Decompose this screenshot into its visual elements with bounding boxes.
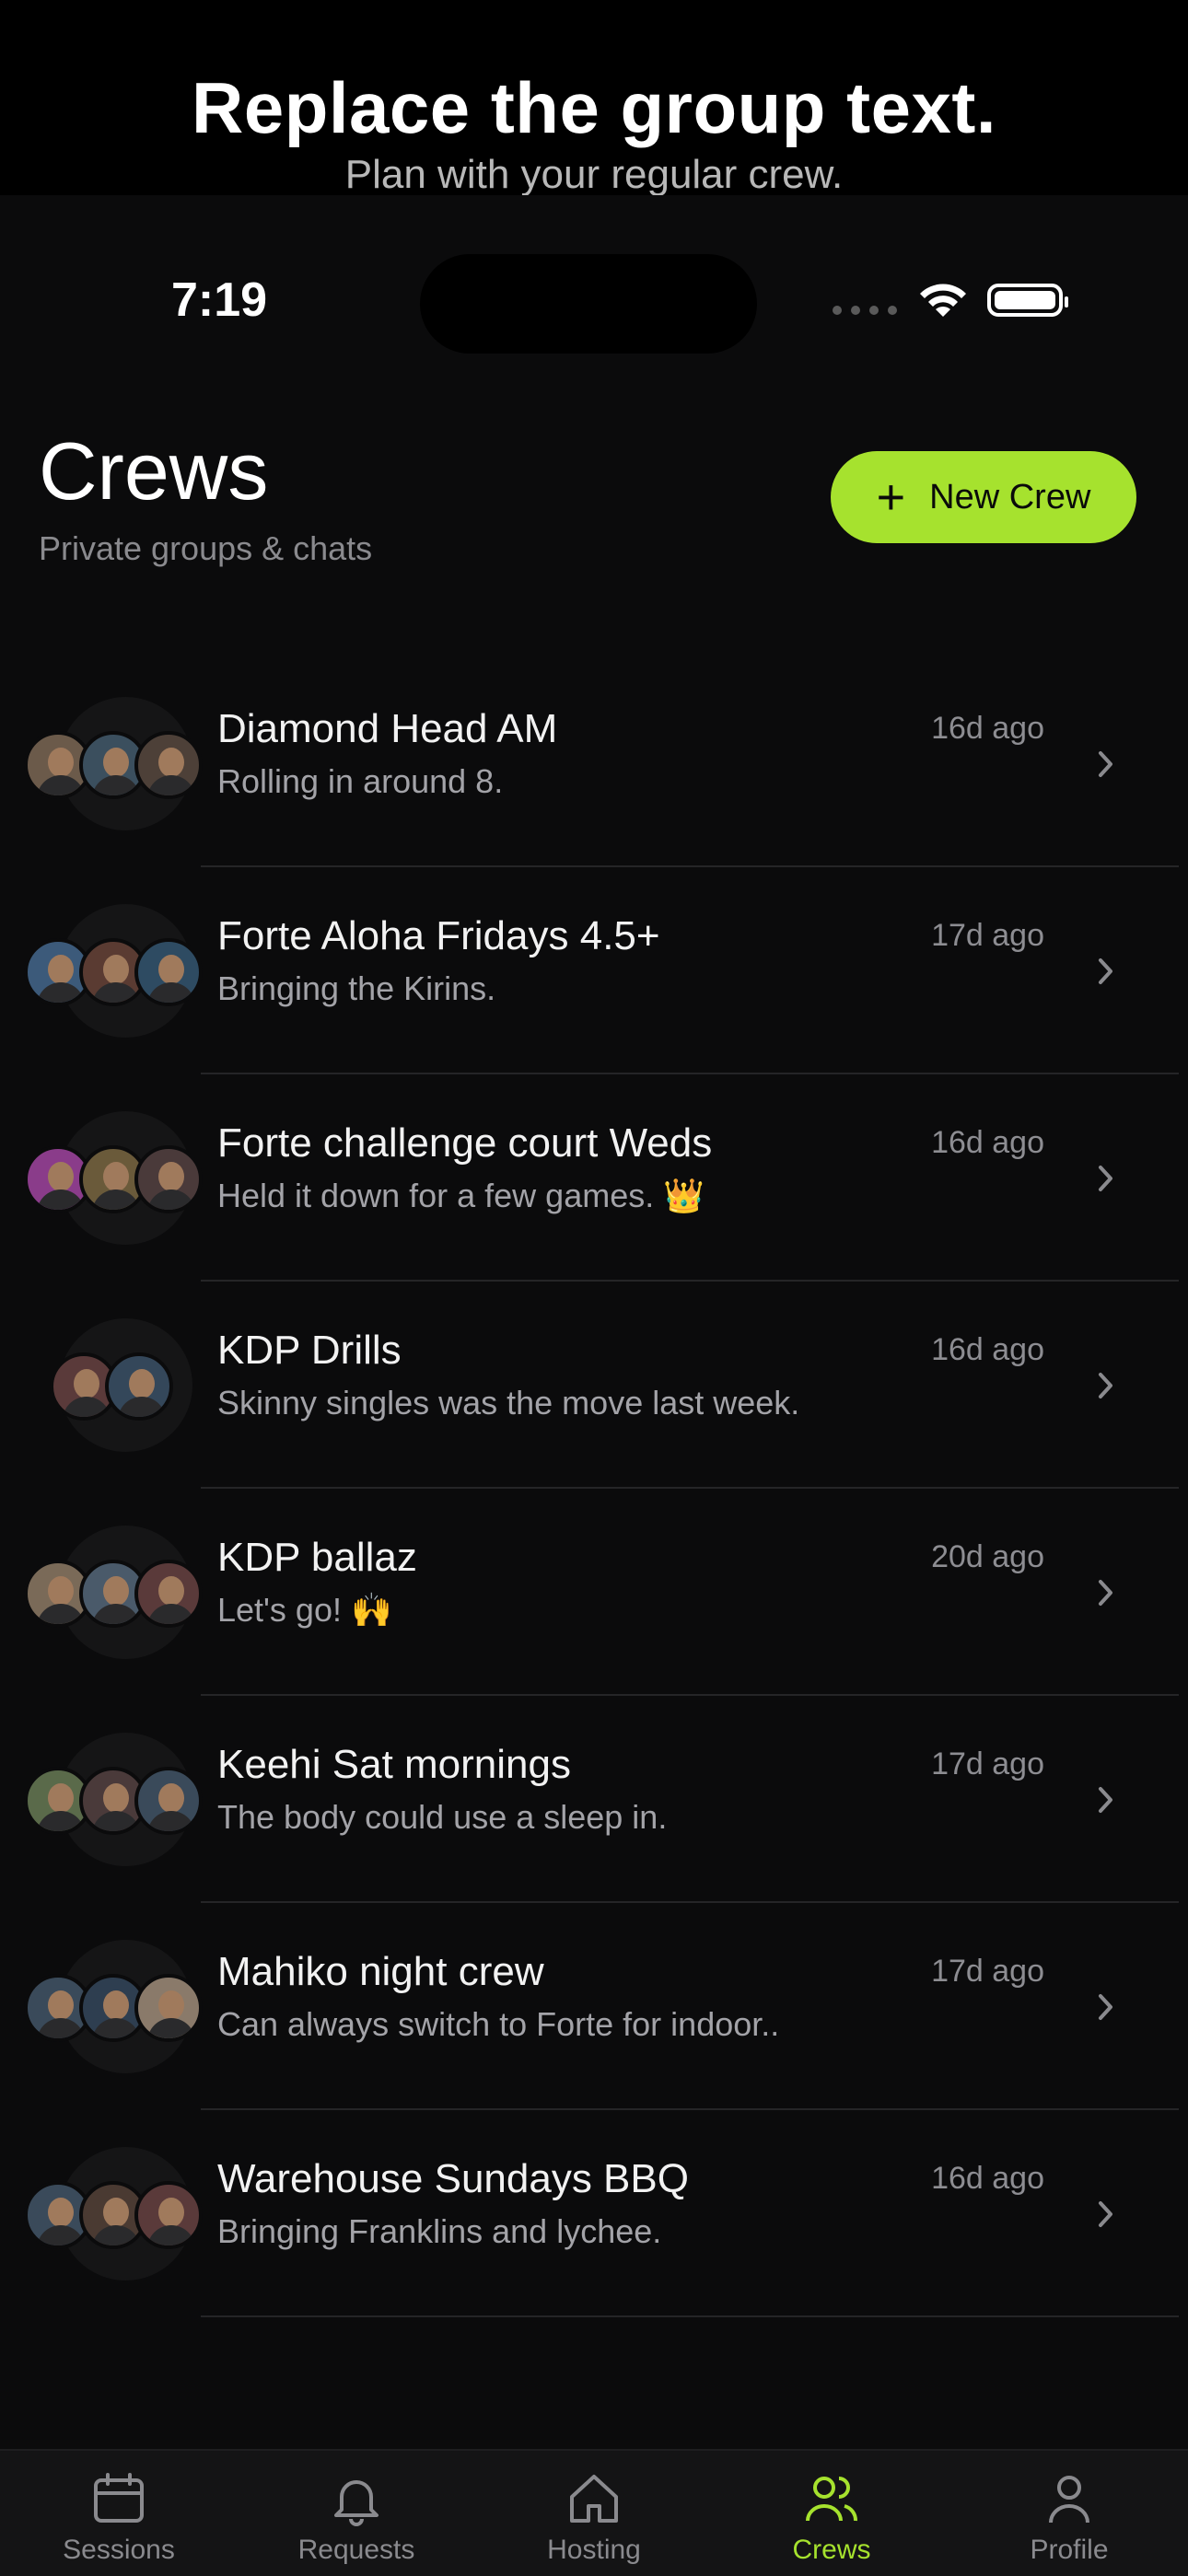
- page-subtitle: Private groups & chats: [39, 529, 373, 567]
- crew-last-message: Bringing the Kirins.: [217, 969, 496, 1007]
- chevron-right-icon: [1099, 2201, 1112, 2227]
- crew-timestamp: 17d ago: [931, 1954, 1044, 1989]
- tab-profile[interactable]: Profile: [950, 2451, 1188, 2576]
- battery-icon: [987, 284, 1068, 317]
- promo-subtitle: Plan with your regular crew.: [344, 152, 844, 197]
- crew-timestamp: 16d ago: [931, 1125, 1044, 1160]
- crew-row[interactable]: Forte challenge court Weds Held it down f…: [0, 1074, 1188, 1282]
- crew-name: Forte challenge court Weds: [217, 1120, 713, 1166]
- home-icon: [570, 2475, 618, 2523]
- dynamic-island: [420, 254, 757, 354]
- tab-label: Hosting: [547, 2535, 641, 2565]
- avatar: [134, 1974, 203, 2042]
- crew-timestamp: 17d ago: [931, 1746, 1044, 1781]
- crew-timestamp: 20d ago: [931, 1539, 1044, 1574]
- crew-timestamp: 16d ago: [931, 1332, 1044, 1367]
- chevron-right-icon: [1099, 751, 1112, 777]
- person-icon: [1049, 2476, 1089, 2524]
- crew-name: Forte Aloha Fridays 4.5+: [217, 913, 660, 958]
- crew-avatar-group: [0, 1111, 212, 1245]
- crew-last-message: Held it down for a few games. 👑: [217, 1177, 705, 1214]
- crew-name: Diamond Head AM: [217, 706, 558, 751]
- crew-row[interactable]: KDP ballaz Let's go! 🙌 20d ago: [0, 1489, 1188, 1696]
- avatar: [134, 1145, 203, 1213]
- new-crew-label: New Crew: [929, 477, 1091, 516]
- crew-timestamp: 16d ago: [931, 2161, 1044, 2196]
- crew-last-message: Skinny singles was the move last week.: [217, 1384, 800, 1421]
- crew-last-message: Let's go! 🙌: [217, 1591, 392, 1629]
- avatar: [105, 1352, 173, 1421]
- calendar-icon: [94, 2473, 144, 2523]
- crew-name: KDP Drills: [217, 1328, 402, 1373]
- promo-title: Replace the group text.: [192, 67, 996, 148]
- crew-last-message: The body could use a sleep in.: [217, 1798, 668, 1836]
- people-icon: [806, 2477, 857, 2522]
- page-title: Crews: [39, 425, 269, 516]
- tab-requests[interactable]: Requests: [238, 2451, 475, 2576]
- bell-icon: [334, 2480, 379, 2526]
- avatar: [134, 2181, 203, 2249]
- avatar: [134, 731, 203, 799]
- crew-avatar-group: [0, 1733, 212, 1866]
- row-divider: [201, 2315, 1179, 2317]
- crew-avatar-group: [0, 1940, 212, 2073]
- tab-hosting[interactable]: Hosting: [475, 2451, 713, 2576]
- chevron-right-icon: [1099, 1373, 1112, 1398]
- crew-name: Warehouse Sundays BBQ: [217, 2156, 689, 2201]
- crew-last-message: Can always switch to Forte for indoor..: [217, 2005, 780, 2043]
- crew-name: KDP ballaz: [217, 1535, 417, 1580]
- crew-row[interactable]: Warehouse Sundays BBQ Bringing Franklins …: [0, 2110, 1188, 2317]
- crew-row[interactable]: Forte Aloha Fridays 4.5+ Bringing the Kir…: [0, 867, 1188, 1074]
- crew-last-message: Bringing Franklins and lychee.: [217, 2212, 662, 2250]
- status-time: 7:19: [171, 273, 268, 327]
- crew-row[interactable]: Diamond Head AM Rolling in around 8. 16d a…: [0, 660, 1188, 867]
- chevron-right-icon: [1099, 1166, 1112, 1191]
- chevron-right-icon: [1099, 1994, 1112, 2020]
- crew-avatar-group: [0, 1526, 212, 1659]
- chevron-right-icon: [1099, 1787, 1112, 1813]
- wifi-icon: [920, 284, 966, 317]
- tab-bar: Sessions Requests Hosting Crews Profile: [0, 2449, 1188, 2576]
- crew-timestamp: 17d ago: [931, 918, 1044, 953]
- tab-crews[interactable]: Crews: [713, 2451, 950, 2576]
- crew-row[interactable]: Keehi Sat mornings The body could use a s…: [0, 1696, 1188, 1903]
- avatar: [134, 1560, 203, 1628]
- avatar: [134, 938, 203, 1006]
- crew-avatar-group: [0, 904, 212, 1038]
- tab-label: Sessions: [63, 2535, 175, 2565]
- crew-avatar-group: [0, 2147, 212, 2280]
- crew-avatar-group: [0, 1318, 212, 1452]
- plus-icon: +: [876, 470, 906, 525]
- app-screen: 7:19 Crews Private groups & chats + New …: [0, 195, 1188, 2576]
- crew-name: Mahiko night crew: [217, 1949, 544, 1994]
- crew-name: Keehi Sat mornings: [217, 1742, 571, 1787]
- crew-row[interactable]: Mahiko night crew Can always switch to Fo…: [0, 1903, 1188, 2110]
- crew-avatar-group: [0, 697, 212, 830]
- chevron-right-icon: [1099, 1580, 1112, 1606]
- tab-sessions[interactable]: Sessions: [0, 2451, 238, 2576]
- cellular-signal-icon: [833, 306, 897, 315]
- chevron-right-icon: [1099, 958, 1112, 984]
- tab-label: Requests: [297, 2535, 415, 2565]
- crew-last-message: Rolling in around 8.: [217, 762, 504, 800]
- promo-banner: Replace the group text. Plan with your r…: [0, 0, 1188, 197]
- tab-label: Profile: [1030, 2535, 1109, 2565]
- crew-timestamp: 16d ago: [931, 711, 1044, 746]
- tab-label: Crews: [792, 2535, 871, 2565]
- crew-row[interactable]: KDP Drills Skinny singles was the move la…: [0, 1282, 1188, 1489]
- avatar: [134, 1767, 203, 1835]
- new-crew-button[interactable]: + New Crew: [831, 451, 1136, 543]
